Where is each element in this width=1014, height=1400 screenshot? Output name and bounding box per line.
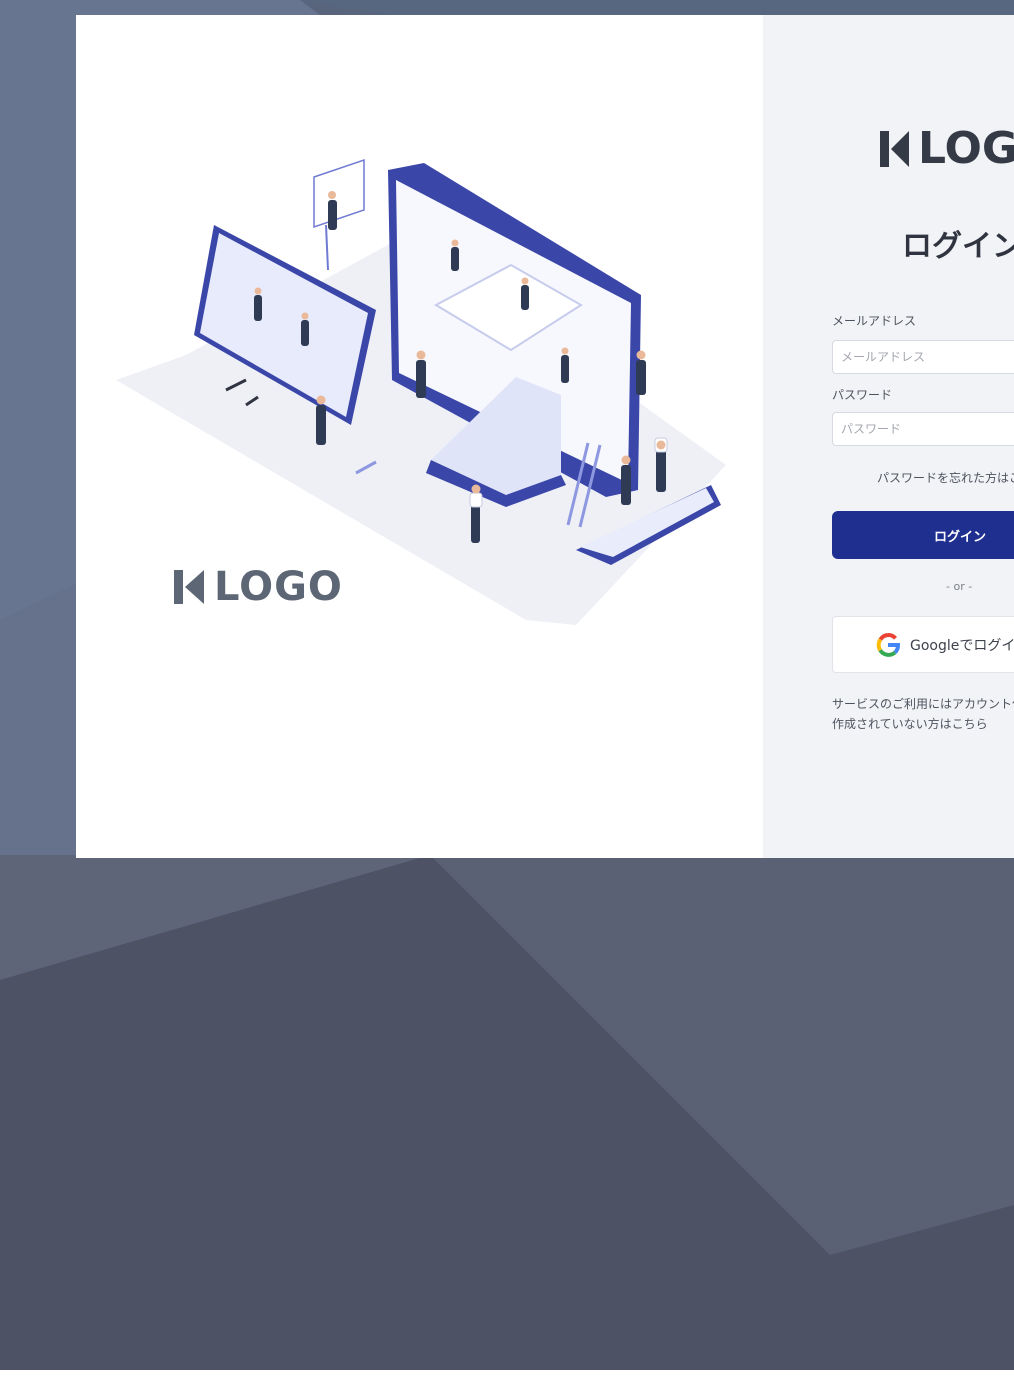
signup-link[interactable]: 作成されていない方はこちら xyxy=(832,714,1014,734)
k-logo-mark-icon xyxy=(174,570,204,604)
password-field[interactable] xyxy=(832,412,1014,446)
password-label: パスワード xyxy=(832,388,893,402)
login-button[interactable]: ログイン xyxy=(832,511,1014,559)
email-label: メールアドレス xyxy=(832,314,917,328)
brand-logo-right: LOGO xyxy=(880,127,1014,171)
login-panel: LOGO ログイン メールアドレス パスワード パスワードを忘れた方はこ ログイ… xyxy=(763,15,1014,858)
google-login-button[interactable]: Googleでログイン xyxy=(832,616,1014,673)
logo-wordmark: LOGO xyxy=(214,564,343,610)
team-illustration xyxy=(116,158,726,625)
login-card: LOGO LOGO ログイン メールアドレス パスワード パスワードを忘れた方は… xyxy=(76,15,1014,858)
illustration-panel: LOGO xyxy=(76,15,763,858)
email-field[interactable] xyxy=(832,340,1014,374)
forgot-password-link[interactable]: パスワードを忘れた方はこ xyxy=(877,469,1014,486)
or-divider: - or - xyxy=(946,580,973,593)
google-g-icon xyxy=(876,632,900,657)
account-note: サービスのご利用にはアカウント作 作成されていない方はこちら xyxy=(832,694,1014,734)
k-logo-mark-icon xyxy=(880,131,909,167)
page-title: ログイン xyxy=(902,229,1014,264)
logo-wordmark: LOGO xyxy=(918,123,1014,174)
google-login-label: Googleでログイン xyxy=(910,637,1014,654)
account-note-line: サービスのご利用にはアカウント作 xyxy=(832,697,1014,711)
brand-logo-left: LOGO xyxy=(174,567,343,607)
